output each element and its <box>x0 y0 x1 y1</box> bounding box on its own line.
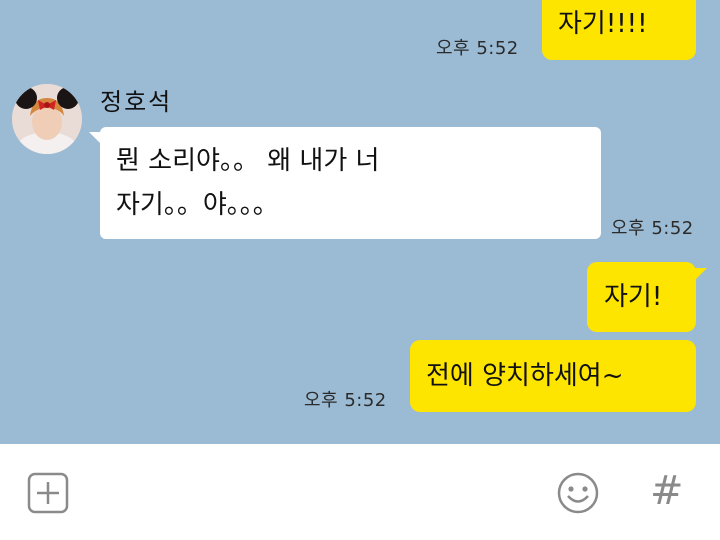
message-line: 자기。。야。。。 <box>116 190 279 220</box>
message-line: 뭔 소리야。。 왜 내가 너 <box>116 146 380 176</box>
sender-name: 정호석 <box>100 88 173 116</box>
emoji-icon[interactable] <box>556 471 600 519</box>
chat-area[interactable]: 오후 5:52 자기!!!! 정호석 뭔 소리야。。 왜 내가 너 자기。。야。… <box>0 0 720 444</box>
my-message-bubble[interactable]: 전에 양치하세여~ <box>410 340 696 412</box>
my-message-bubble[interactable]: 자기!!!! <box>542 0 696 60</box>
message-text: 자기! <box>604 282 663 312</box>
message-time: 오후 5:52 <box>304 390 387 411</box>
my-message-bubble[interactable]: 자기! <box>587 262 696 332</box>
message-text: 자기!!!! <box>558 9 648 39</box>
hashtag-glyph: # <box>650 468 684 514</box>
add-icon[interactable] <box>27 472 69 518</box>
message-time: 오후 5:52 <box>611 218 694 239</box>
profile-photo-icon <box>12 84 82 154</box>
message-text: 전에 양치하세여~ <box>426 361 624 391</box>
message-time: 오후 5:52 <box>436 38 519 59</box>
avatar[interactable] <box>12 84 82 154</box>
input-bar: # <box>0 444 720 540</box>
their-message-bubble[interactable]: 뭔 소리야。。 왜 내가 너 자기。。야。。。 <box>100 127 601 239</box>
hashtag-icon[interactable]: # <box>650 468 684 514</box>
bubble-tail <box>695 268 707 280</box>
